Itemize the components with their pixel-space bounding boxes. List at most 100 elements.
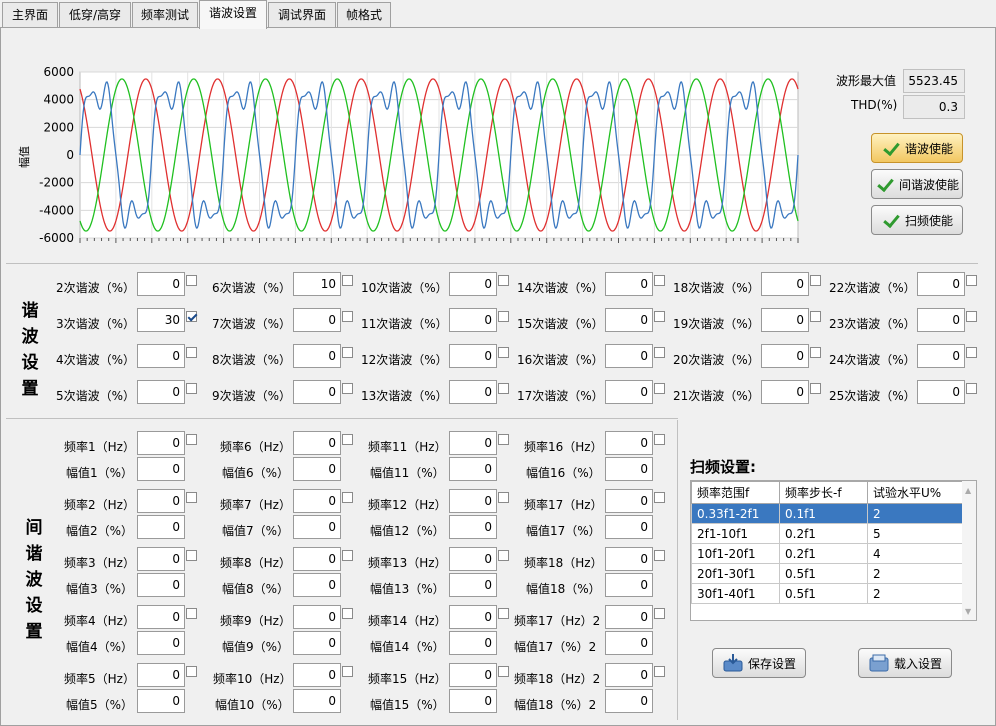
harmonic-checkbox[interactable] [342, 311, 353, 322]
harmonic-checkbox[interactable] [342, 275, 353, 286]
amplitude-input[interactable]: 0 [605, 515, 653, 539]
harmonic-checkbox[interactable] [966, 275, 977, 286]
tab-debug[interactable]: 调试界面 [268, 2, 336, 28]
amplitude-input[interactable]: 0 [449, 573, 497, 597]
harmonic-input[interactable]: 0 [761, 344, 809, 368]
harmonic-input[interactable]: 0 [449, 308, 497, 332]
frequency-input[interactable]: 0 [293, 547, 341, 571]
amplitude-input[interactable]: 0 [605, 631, 653, 655]
frequency-input[interactable]: 0 [137, 605, 185, 629]
tab-main[interactable]: 主界面 [2, 2, 58, 28]
amplitude-input[interactable]: 0 [449, 457, 497, 481]
harmonic-input[interactable]: 0 [917, 308, 965, 332]
interharmonic-checkbox[interactable] [186, 608, 197, 619]
amplitude-input[interactable]: 0 [293, 515, 341, 539]
frequency-input[interactable]: 0 [137, 431, 185, 455]
frequency-input[interactable]: 0 [449, 605, 497, 629]
interharmonic-checkbox[interactable] [498, 550, 509, 561]
frequency-input[interactable]: 0 [449, 663, 497, 687]
harmonic-enable-button[interactable]: 谐波使能 [871, 133, 963, 163]
amplitude-input[interactable]: 0 [293, 573, 341, 597]
interharmonic-checkbox[interactable] [498, 666, 509, 677]
harmonic-checkbox[interactable] [498, 275, 509, 286]
interharmonic-checkbox[interactable] [654, 492, 665, 503]
frequency-input[interactable]: 0 [137, 489, 185, 513]
harmonic-checkbox[interactable] [186, 311, 197, 322]
column-header[interactable]: 频率范围f [691, 481, 780, 504]
harmonic-checkbox[interactable] [810, 311, 821, 322]
interharmonic-checkbox[interactable] [186, 550, 197, 561]
harmonic-input[interactable]: 0 [605, 308, 653, 332]
interharmonic-checkbox[interactable] [342, 608, 353, 619]
interharmonic-checkbox[interactable] [498, 492, 509, 503]
harmonic-input[interactable]: 0 [293, 344, 341, 368]
interharmonic-checkbox[interactable] [186, 492, 197, 503]
amplitude-input[interactable]: 0 [137, 457, 185, 481]
interharmonic-enable-button[interactable]: 间谐波使能 [871, 169, 963, 199]
harmonic-checkbox[interactable] [966, 383, 977, 394]
amplitude-input[interactable]: 0 [137, 689, 185, 713]
interharmonic-checkbox[interactable] [342, 666, 353, 677]
harmonic-input[interactable]: 0 [761, 308, 809, 332]
amplitude-input[interactable]: 0 [449, 515, 497, 539]
interharmonic-checkbox[interactable] [654, 666, 665, 677]
interharmonic-checkbox[interactable] [186, 666, 197, 677]
harmonic-checkbox[interactable] [186, 275, 197, 286]
amplitude-input[interactable]: 0 [449, 689, 497, 713]
save-settings-button[interactable]: 保存设置 [712, 648, 806, 678]
interharmonic-checkbox[interactable] [498, 434, 509, 445]
table-row[interactable]: 10f1-20f1 0.2f1 4 [691, 543, 963, 564]
frequency-input[interactable]: 0 [605, 663, 653, 687]
amplitude-input[interactable]: 0 [137, 631, 185, 655]
frequency-input[interactable]: 0 [605, 547, 653, 571]
tab-frequency-test[interactable]: 频率测试 [132, 2, 198, 28]
harmonic-input[interactable]: 0 [917, 272, 965, 296]
harmonic-checkbox[interactable] [342, 383, 353, 394]
interharmonic-checkbox[interactable] [654, 550, 665, 561]
table-row[interactable]: 30f1-40f1 0.5f1 2 [691, 583, 963, 604]
frequency-input[interactable]: 0 [449, 547, 497, 571]
harmonic-input[interactable]: 30 [137, 308, 185, 332]
frequency-input[interactable]: 0 [605, 431, 653, 455]
scroll-down-icon[interactable]: ▼ [965, 607, 971, 616]
frequency-input[interactable]: 0 [293, 605, 341, 629]
frequency-input[interactable]: 0 [605, 489, 653, 513]
frequency-input[interactable]: 0 [293, 489, 341, 513]
harmonic-input[interactable]: 0 [449, 272, 497, 296]
harmonic-checkbox[interactable] [810, 347, 821, 358]
harmonic-input[interactable]: 0 [761, 380, 809, 404]
frequency-input[interactable]: 0 [293, 431, 341, 455]
harmonic-checkbox[interactable] [498, 383, 509, 394]
harmonic-checkbox[interactable] [966, 311, 977, 322]
harmonic-input[interactable]: 0 [917, 380, 965, 404]
interharmonic-checkbox[interactable] [654, 434, 665, 445]
table-row[interactable]: 2f1-10f1 0.2f1 5 [691, 523, 963, 544]
interharmonic-checkbox[interactable] [342, 550, 353, 561]
amplitude-input[interactable]: 0 [605, 573, 653, 597]
table-row[interactable]: 0.33f1-2f1 0.1f1 2 [691, 503, 963, 524]
tab-low-high-ride[interactable]: 低穿/高穿 [59, 2, 131, 28]
harmonic-checkbox[interactable] [966, 347, 977, 358]
amplitude-input[interactable]: 0 [449, 631, 497, 655]
harmonic-checkbox[interactable] [498, 347, 509, 358]
interharmonic-checkbox[interactable] [186, 434, 197, 445]
harmonic-input[interactable]: 0 [293, 380, 341, 404]
harmonic-input[interactable]: 0 [761, 272, 809, 296]
amplitude-input[interactable]: 0 [605, 689, 653, 713]
column-header[interactable]: 频率步长-f [779, 481, 868, 504]
interharmonic-checkbox[interactable] [654, 608, 665, 619]
amplitude-input[interactable]: 0 [293, 689, 341, 713]
interharmonic-checkbox[interactable] [342, 492, 353, 503]
harmonic-checkbox[interactable] [810, 275, 821, 286]
harmonic-checkbox[interactable] [498, 311, 509, 322]
amplitude-input[interactable]: 0 [605, 457, 653, 481]
column-header[interactable]: 试验水平U% [867, 481, 963, 504]
harmonic-input[interactable]: 0 [449, 380, 497, 404]
harmonic-checkbox[interactable] [654, 311, 665, 322]
harmonic-input[interactable]: 10 [293, 272, 341, 296]
amplitude-input[interactable]: 0 [137, 573, 185, 597]
harmonic-checkbox[interactable] [186, 383, 197, 394]
scrollbar[interactable]: ▲ ▼ [962, 481, 976, 620]
tab-frame-format[interactable]: 帧格式 [337, 2, 391, 28]
harmonic-checkbox[interactable] [654, 383, 665, 394]
